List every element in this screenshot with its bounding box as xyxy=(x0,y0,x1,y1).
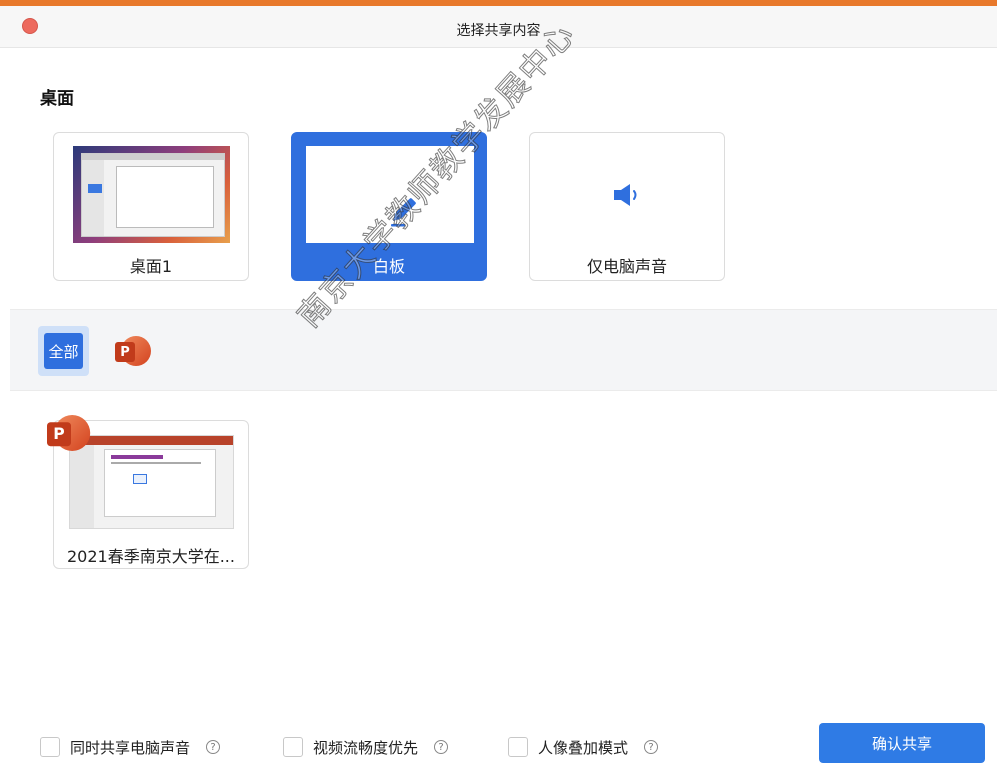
whiteboard-thumbnail xyxy=(306,146,474,243)
portrait-overlay-checkbox[interactable] xyxy=(508,737,528,757)
share-computer-audio-option[interactable]: 同时共享电脑声音 ? xyxy=(40,736,221,758)
video-fluency-option[interactable]: 视频流畅度优先 ? xyxy=(283,736,449,758)
filter-all-label: 全部 xyxy=(44,333,83,369)
pencil-icon xyxy=(391,198,416,227)
help-icon[interactable]: ? xyxy=(206,740,221,754)
share-computer-audio-label: 同时共享电脑声音 xyxy=(70,738,191,757)
desktop-section-label: 桌面 xyxy=(40,89,74,109)
whiteboard-card[interactable]: 白板 xyxy=(291,132,487,281)
app-filter-bar: 全部 P xyxy=(10,309,997,391)
powerpoint-window-card[interactable]: P 2021春季南京大学在... xyxy=(47,415,249,569)
whiteboard-label: 白板 xyxy=(372,257,405,276)
help-icon[interactable]: ? xyxy=(434,740,449,754)
powerpoint-icon: P xyxy=(47,415,91,453)
computer-audio-only-label: 仅电脑声音 xyxy=(586,257,667,276)
window-title: 选择共享内容 xyxy=(456,23,541,39)
desktop-thumbnail xyxy=(73,146,230,243)
share-computer-audio-checkbox[interactable] xyxy=(40,737,60,757)
video-fluency-label: 视频流畅度优先 xyxy=(313,738,419,757)
filter-powerpoint-button[interactable]: P xyxy=(115,336,151,368)
portrait-overlay-option[interactable]: 人像叠加模式 ? xyxy=(508,736,659,758)
desktop-1-card[interactable]: 桌面1 xyxy=(53,132,249,281)
computer-audio-only-card[interactable]: 仅电脑声音 xyxy=(529,132,725,281)
filter-all-button[interactable]: 全部 xyxy=(38,326,89,376)
video-fluency-checkbox[interactable] xyxy=(283,737,303,757)
title-bar: 选择共享内容 xyxy=(0,6,997,48)
desktop-1-label: 桌面1 xyxy=(129,257,173,276)
window-thumbnail xyxy=(69,435,234,529)
confirm-share-button[interactable]: 确认共享 xyxy=(819,723,985,763)
portrait-overlay-label: 人像叠加模式 xyxy=(538,738,629,757)
window-title-label: 2021春季南京大学在... xyxy=(67,547,235,566)
speaker-icon xyxy=(614,184,637,206)
powerpoint-icon: P xyxy=(115,336,151,368)
help-icon[interactable]: ? xyxy=(644,740,659,754)
